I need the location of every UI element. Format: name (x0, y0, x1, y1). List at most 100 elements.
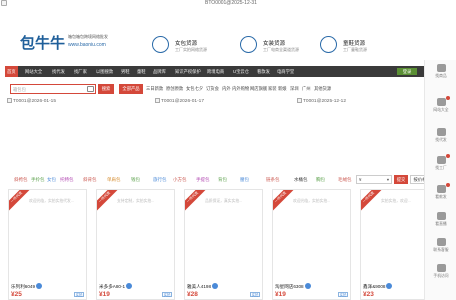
product-name[interactable]: 米多多A80-1 (99, 283, 133, 290)
nav-item[interactable]: 电商学堂 (277, 66, 294, 77)
filter-chip[interactable]: 女包 (47, 177, 56, 183)
category-link[interactable]: 女包七夕 (186, 86, 203, 92)
filter-chip[interactable]: 小方包 (173, 177, 187, 183)
sidebar-item-label: 找工厂 (435, 166, 447, 170)
product-ribbon: 一件代发 (361, 190, 383, 211)
feature-title: 女包货源 (175, 41, 198, 47)
category-link[interactable]: 家装 (268, 86, 277, 92)
sidebar-item[interactable]: 找商品 (425, 64, 456, 79)
category-link[interactable]: 原创原款 (166, 86, 183, 92)
all-products-button[interactable]: 全部产品 (119, 84, 143, 94)
feature-title: 女装货源 (263, 41, 286, 47)
product-name-text: 鑫泽&9008 (363, 284, 386, 289)
nav-item[interactable]: 童鞋 (137, 66, 146, 77)
product-ribbon: 一件代发 (9, 190, 31, 211)
sidebar-item-label: 找商品 (435, 74, 447, 78)
nav-item[interactable]: 以图搜款 (96, 66, 113, 77)
sidebar-item[interactable]: 找工厂 (425, 154, 456, 171)
submit-filter-button[interactable]: 提交 (394, 175, 408, 184)
top-strip: BTO0001@2025-12-31 (0, 0, 456, 7)
sidebar-item-label: 网站大全 (433, 108, 449, 112)
filter-chip[interactable]: 托特包 (60, 177, 74, 183)
category-link[interactable]: 内外购物 (232, 86, 249, 92)
handbag-icon (152, 36, 169, 53)
site-header: 包牛牛 箱包箱包跨境网络批发 www.baoniu.com 女包货源 工厂实拍网… (0, 28, 424, 64)
product-name[interactable]: 乐列利6049 (11, 283, 43, 290)
filter-chip[interactable]: 手拎包 (31, 177, 45, 183)
sidebar-item-label: 看款发 (435, 195, 447, 199)
sidebar-item-label: 找代发 (435, 138, 447, 142)
filter-chip[interactable]: 链条包 (266, 177, 280, 183)
banner-image-2[interactable]: T0001@2026-01-17 (155, 98, 204, 105)
product-name[interactable]: 雅美人4198 (187, 283, 219, 290)
product-name[interactable]: 鑫泽&9008 (363, 283, 393, 290)
filter-chip[interactable]: 腰包 (240, 177, 249, 183)
category-link[interactable]: 三日新款 (146, 86, 163, 92)
nav-item[interactable]: 找代发 (52, 66, 65, 77)
banner-image-3[interactable]: T0001@2025-12-12 (297, 98, 346, 105)
product-ribbon: 一件代发 (97, 190, 119, 211)
sort-value: ¥ (359, 177, 362, 182)
login-button[interactable]: 登录 (397, 68, 417, 75)
filter-chip[interactable]: 斜挎包 (14, 177, 28, 183)
product-card[interactable]: 一件代发 欢迎光临，实拍实拍... 淘星网店6308 ¥19 实拍 (272, 189, 351, 300)
logo-slogan: 箱包箱包跨境网络批发 (68, 34, 108, 39)
nav-item[interactable]: 品牌库 (153, 66, 166, 77)
nav-item[interactable]: 知识产权保护 (175, 66, 201, 77)
category-link[interactable]: 广州 (302, 86, 311, 92)
sidebar-item[interactable]: 网站大全 (425, 96, 456, 113)
nav-item-home[interactable]: 首页 (5, 66, 18, 77)
category-link[interactable]: 内外 (222, 86, 231, 92)
banner-alt: T0001@2026-01-15 (13, 99, 57, 104)
filter-chip[interactable]: 钱包 (131, 177, 140, 183)
sidebar-item-label: 看直播 (435, 222, 447, 226)
nav-item[interactable]: 看款发 (257, 66, 270, 77)
page: BTO0001@2025-12-31 包牛牛 箱包箱包跨境网络批发 www.ba… (0, 0, 456, 300)
cart-icon (436, 64, 446, 72)
nav-item[interactable]: 跨境电商 (207, 66, 224, 77)
category-link[interactable]: 新娘 (278, 86, 287, 92)
nav-item[interactable]: 找厂家 (74, 66, 87, 77)
camera-icon[interactable] (87, 86, 94, 92)
nav-item[interactable]: U宝云仓 (233, 66, 249, 77)
filter-chip[interactable]: 旅行包 (153, 177, 167, 183)
product-name-text: 淘星网店6308 (275, 284, 304, 289)
sidebar-item[interactable]: 手机访问 (425, 264, 456, 279)
vip-badge-icon (36, 283, 43, 289)
sidebar-item[interactable]: 找代发 (425, 128, 456, 143)
product-tag: 实拍 (74, 292, 84, 297)
nav-item[interactable]: 网站大全 (25, 66, 42, 77)
banner-image-1[interactable]: T0001@2026-01-15 (7, 98, 56, 105)
product-card[interactable]: 一件代发 支持定制，实拍实拍... 米多多A80-1 ¥19 实拍 (96, 189, 175, 300)
product-card[interactable]: 一件代发 欢迎光临，实拍实拍代发... 乐列利6049 ¥25 实拍 (8, 189, 87, 300)
search-button[interactable]: 搜索 (98, 84, 114, 94)
feature-title: 童鞋货源 (343, 41, 366, 47)
filter-chip[interactable]: 手提包 (196, 177, 210, 183)
product-card[interactable]: 一件代发 品质保证，真实实拍... 雅美人4198 ¥28 实拍 (184, 189, 263, 300)
filter-chip[interactable]: 背包 (218, 177, 227, 183)
filter-chip[interactable]: 毛绒包 (338, 177, 352, 183)
sidebar-item[interactable]: 联系客服 (425, 238, 456, 253)
product-name-text: 乐列利6049 (11, 284, 36, 289)
search-input[interactable]: 箱包包 (10, 84, 96, 94)
site-logo[interactable]: 包牛牛 箱包箱包跨境网络批发 www.baoniu.com (20, 32, 108, 53)
filter-chip[interactable]: 胸包 (316, 177, 325, 183)
search-placeholder: 箱包包 (13, 87, 26, 92)
nav-item[interactable]: 男鞋 (121, 66, 130, 77)
category-link[interactable]: 其他货源 (314, 86, 331, 92)
product-price: ¥19 (99, 291, 110, 298)
price-sort-select[interactable]: ¥ ▾ (356, 175, 392, 184)
product-name-text: 雅美人4198 (187, 284, 212, 289)
sidebar-item[interactable]: 看直播 (425, 212, 456, 227)
sidebar-item[interactable]: 看款发 (425, 183, 456, 200)
broken-image-icon (155, 98, 160, 103)
feature-subtitle: 工厂童鞋货源 (343, 47, 367, 52)
category-link[interactable]: 深圳 (290, 86, 299, 92)
filter-chip[interactable]: 单肩包 (107, 177, 121, 183)
category-link[interactable]: 网店旗舰 (250, 86, 267, 92)
filter-chip[interactable]: 斜背包 (83, 177, 97, 183)
feature-subtitle: 工厂电商全渠道货源 (263, 47, 299, 52)
category-link[interactable]: 订货会 (206, 86, 219, 92)
filter-chip[interactable]: 水桶包 (294, 177, 308, 183)
product-name[interactable]: 淘星网店6308 (275, 283, 311, 290)
